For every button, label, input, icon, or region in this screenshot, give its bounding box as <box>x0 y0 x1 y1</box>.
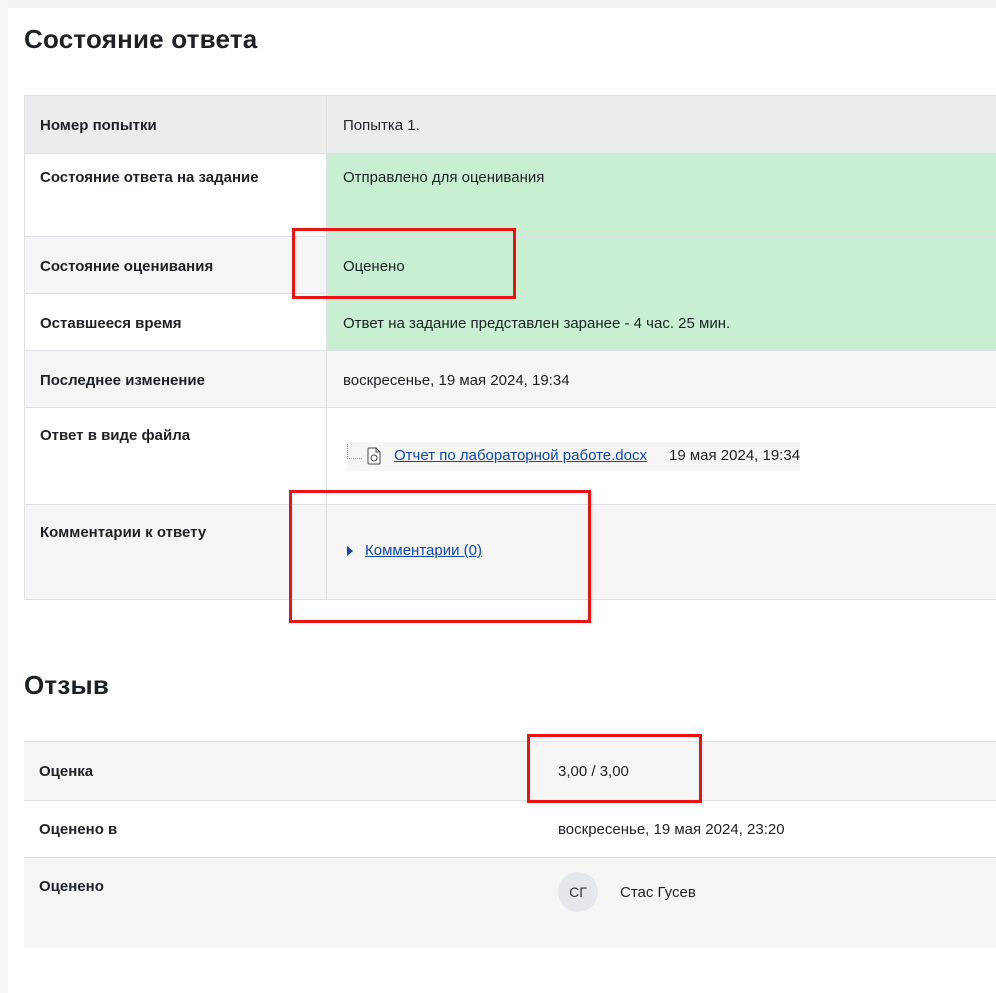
avatar: СГ <box>558 872 598 912</box>
table-row: Ответ в виде файла Отчет по лабораторной… <box>24 407 996 505</box>
grader-name: Стас Гусев <box>620 883 696 901</box>
row-label: Состояние оценивания <box>24 236 327 294</box>
row-label: Оценено <box>24 857 558 948</box>
time-remaining-value: Ответ на задание представлен заранее - 4… <box>326 293 996 351</box>
section-title-submission-status: Состояние ответа <box>24 24 258 54</box>
comments-toggle[interactable]: Комментарии (0) <box>347 539 482 562</box>
triangle-right-icon <box>347 545 353 556</box>
row-label: Оценено в <box>24 800 558 858</box>
submission-status-value: Отправлено для оценивания <box>326 153 996 237</box>
graded-on-value: воскресенье, 19 мая 2024, 23:20 <box>558 800 996 858</box>
table-row: Оценка 3,00 / 3,00 <box>24 741 996 801</box>
file-entry: Отчет по лабораторной работе.docx 19 мая… <box>347 442 801 471</box>
document-icon <box>367 447 381 464</box>
comments-link[interactable]: Комментарии (0) <box>365 539 482 562</box>
top-strip <box>0 0 996 8</box>
grader[interactable]: СГ Стас Гусев <box>558 872 696 912</box>
table-row: Оценено СГ Стас Гусев <box>24 857 996 948</box>
attempt-number: Попытка 1. <box>326 95 996 154</box>
submission-status-table: Номер попытки Попытка 1. Состояние ответ… <box>24 95 996 600</box>
file-submission-cell: Отчет по лабораторной работе.docx 19 мая… <box>326 407 996 505</box>
grader-cell: СГ Стас Гусев <box>558 857 996 948</box>
row-label: Состояние ответа на задание <box>24 153 327 237</box>
tree-connector-icon <box>347 444 362 459</box>
row-label: Последнее изменение <box>24 350 327 408</box>
row-label: Оставшееся время <box>24 293 327 351</box>
comments-cell: Комментарии (0) <box>326 504 996 600</box>
table-row: Последнее изменение воскресенье, 19 мая … <box>24 350 996 408</box>
table-row: Состояние оценивания Оценено <box>24 236 996 294</box>
row-label: Номер попытки <box>24 95 327 154</box>
grading-status-value: Оценено <box>326 236 996 294</box>
row-label: Ответ в виде файла <box>24 407 327 505</box>
submitted-file-link[interactable]: Отчет по лабораторной работе.docx <box>394 444 647 467</box>
file-date: 19 мая 2024, 19:34 <box>669 447 801 464</box>
table-row: Состояние ответа на задание Отправлено д… <box>24 153 996 237</box>
table-row: Оценено в воскресенье, 19 мая 2024, 23:2… <box>24 800 996 858</box>
last-modified-value: воскресенье, 19 мая 2024, 19:34 <box>326 350 996 408</box>
grade-value: 3,00 / 3,00 <box>558 741 996 801</box>
row-label: Оценка <box>24 741 558 801</box>
table-row: Комментарии к ответу Комментарии (0) <box>24 504 996 600</box>
section-title-feedback: Отзыв <box>24 670 110 700</box>
feedback-table: Оценка 3,00 / 3,00 Оценено в воскресенье… <box>24 741 996 948</box>
left-strip <box>0 0 8 993</box>
table-row: Оставшееся время Ответ на задание предст… <box>24 293 996 351</box>
row-label: Комментарии к ответу <box>24 504 327 600</box>
table-row: Номер попытки Попытка 1. <box>24 95 996 154</box>
